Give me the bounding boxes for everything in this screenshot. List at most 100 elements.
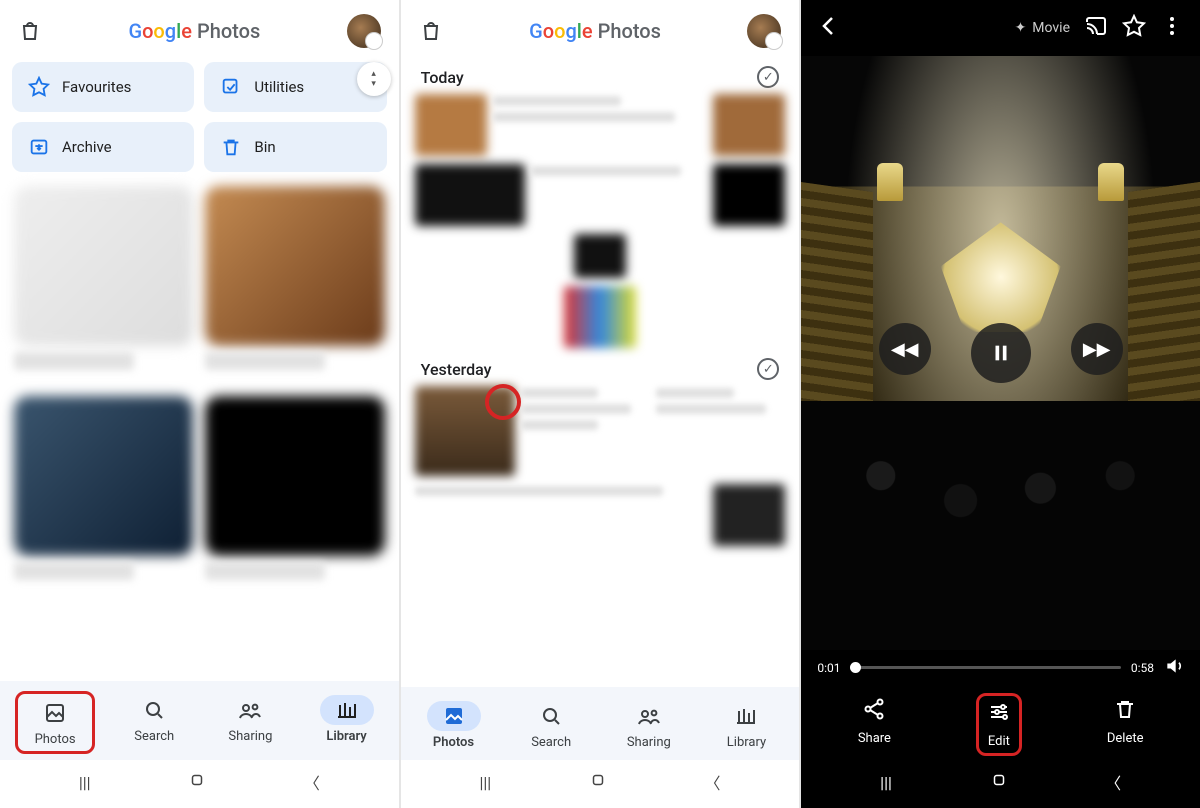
back-arrow-icon[interactable] [817, 14, 841, 42]
cast-icon[interactable] [1084, 14, 1108, 42]
screen-photos-feed: Google Photos Today ✓ Yesterday ✓ [401, 0, 802, 808]
seek-track[interactable] [850, 666, 1120, 669]
chip-favourites[interactable]: Favourites [12, 62, 194, 112]
recents-button[interactable]: ||| [880, 773, 892, 792]
nav-label: Photos [35, 732, 76, 747]
pause-button[interactable] [971, 323, 1031, 383]
library-icon [719, 701, 773, 731]
recents-button[interactable]: ||| [479, 773, 491, 792]
android-nav: ||| 〈 [401, 760, 800, 808]
app-logo: Google Photos [529, 19, 661, 43]
photo-thumb[interactable] [574, 234, 626, 278]
home-button[interactable] [188, 771, 206, 793]
action-label: Share [858, 731, 891, 746]
action-label: Edit [988, 734, 1010, 749]
nav-photos[interactable]: Photos [15, 691, 95, 754]
overflow-menu-icon[interactable] [1160, 14, 1184, 42]
nav-library[interactable]: Library [310, 691, 384, 754]
scene-decoration [1098, 163, 1124, 201]
home-button[interactable] [990, 771, 1008, 793]
nav-label: Library [727, 735, 766, 750]
bottom-nav: Photos Search Sharing Library [401, 687, 800, 760]
feed-today [401, 94, 800, 348]
trash-icon [1113, 697, 1137, 725]
nav-label: Library [326, 729, 366, 744]
photo-thumb[interactable] [415, 164, 525, 226]
nav-sharing[interactable]: Sharing [213, 691, 287, 754]
section-header-today: Today ✓ [401, 56, 800, 94]
app-logo-suffix: Photos [598, 19, 661, 43]
back-button[interactable]: 〈 [704, 770, 720, 794]
topbar: Google Photos [0, 0, 399, 56]
chip-label: Favourites [62, 78, 131, 96]
print-store-icon[interactable] [419, 19, 443, 43]
photo-thumb[interactable] [713, 94, 785, 156]
sparkle-icon: ✦ [1015, 20, 1027, 36]
album-card[interactable] [205, 186, 384, 346]
photos-icon [427, 701, 481, 731]
album-label [14, 562, 134, 580]
time-current: 0:01 [817, 661, 840, 675]
video-actions: Share Edit Delete [801, 683, 1200, 760]
account-avatar[interactable] [747, 14, 781, 48]
nav-search[interactable]: Search [117, 691, 191, 754]
volume-icon[interactable] [1164, 656, 1184, 679]
album-label [14, 352, 134, 370]
album-card[interactable] [14, 186, 193, 346]
trash-icon [220, 136, 242, 158]
photo-thumb[interactable] [713, 484, 785, 546]
utilities-icon [220, 76, 242, 98]
select-all-icon[interactable]: ✓ [757, 66, 779, 88]
nav-photos[interactable]: Photos [417, 697, 491, 754]
nav-sharing[interactable]: Sharing [612, 697, 686, 754]
nav-label: Search [134, 729, 174, 744]
album-card[interactable] [205, 396, 384, 556]
back-button[interactable]: 〈 [304, 770, 320, 794]
time-duration: 0:58 [1131, 661, 1154, 675]
back-button[interactable]: 〈 [1105, 770, 1121, 794]
app-logo-suffix: Photos [197, 19, 260, 43]
photos-icon [28, 698, 82, 728]
forward-button[interactable]: ▶▶ [1071, 323, 1123, 375]
nav-label: Sharing [627, 735, 671, 750]
library-icon [320, 695, 374, 725]
chip-bin[interactable]: Bin [204, 122, 386, 172]
android-nav: ||| 〈 [0, 760, 399, 808]
action-delete[interactable]: Delete [1099, 693, 1152, 756]
photo-thumb[interactable] [564, 286, 636, 348]
print-store-icon[interactable] [18, 19, 42, 43]
archive-icon [28, 136, 50, 158]
video-viewport[interactable]: ◀◀ ▶▶ [801, 56, 1200, 650]
playback-controls: ◀◀ ▶▶ [801, 323, 1200, 383]
nav-label: Search [531, 735, 571, 750]
album-card[interactable] [14, 396, 193, 556]
chip-label: Bin [254, 138, 275, 156]
nav-library[interactable]: Library [709, 697, 783, 754]
screen-library: Google Photos Favourites Utilities Archi… [0, 0, 401, 808]
action-share[interactable]: Share [850, 693, 899, 756]
highlight-circle [485, 384, 521, 420]
chip-label: Utilities [254, 78, 304, 96]
chip-archive[interactable]: Archive [12, 122, 194, 172]
sharing-icon [622, 701, 676, 731]
select-all-icon[interactable]: ✓ [757, 358, 779, 380]
edit-sliders-icon [987, 700, 1011, 728]
scene-decoration [877, 163, 903, 201]
reorder-toggle[interactable]: ▴▾ [357, 62, 391, 96]
scene-angel-lights [941, 222, 1061, 332]
app-logo: Google Photos [128, 19, 260, 43]
media-type-chip[interactable]: ✦ Movie [1015, 20, 1070, 36]
progress-bar[interactable]: 0:01 0:58 [801, 650, 1200, 683]
album-label [205, 562, 325, 580]
photo-thumb[interactable] [415, 94, 487, 156]
rewind-button[interactable]: ◀◀ [879, 323, 931, 375]
library-chips: Favourites Utilities Archive Bin ▴▾ [0, 56, 399, 186]
nav-search[interactable]: Search [514, 697, 588, 754]
recents-button[interactable]: ||| [79, 773, 91, 792]
home-button[interactable] [589, 771, 607, 793]
account-avatar[interactable] [347, 14, 381, 48]
album-grid [0, 186, 399, 594]
photo-thumb[interactable] [713, 164, 785, 226]
action-edit[interactable]: Edit [976, 693, 1022, 756]
favourite-star-icon[interactable] [1122, 14, 1146, 42]
